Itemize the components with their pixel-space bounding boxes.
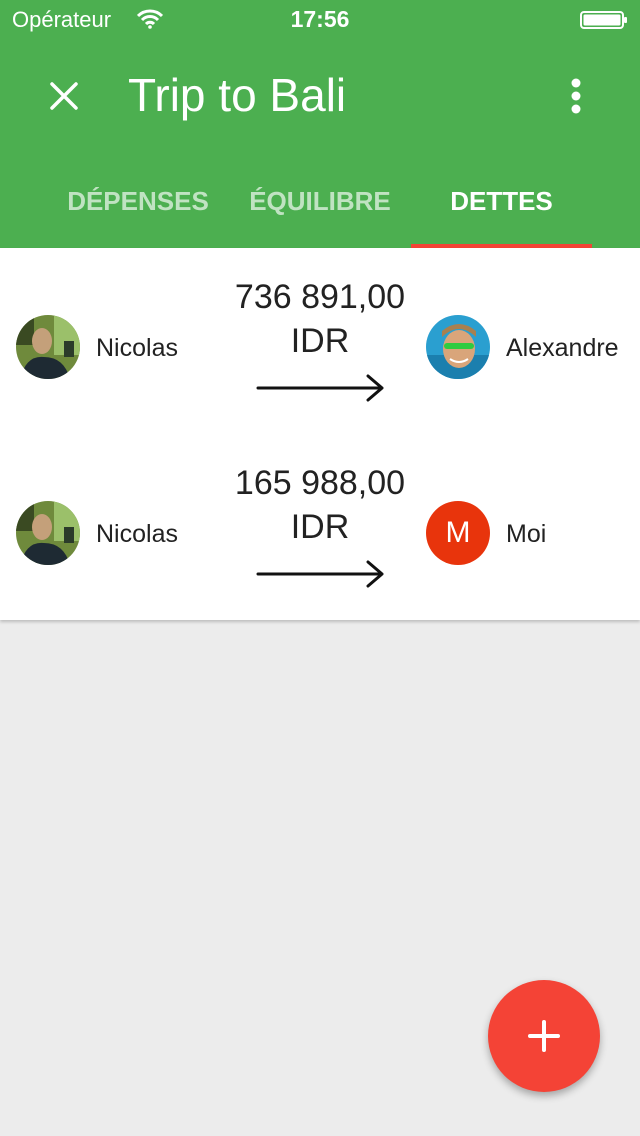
page-title: Trip to Bali <box>128 69 347 121</box>
tab-bar: DÉPENSES ÉQUILIBRE DETTES <box>48 176 608 248</box>
tab-label: DETTES <box>450 186 553 216</box>
add-icon <box>528 1020 560 1052</box>
arrow-right-icon <box>256 374 384 402</box>
tab-label: DÉPENSES <box>67 186 209 216</box>
tab-label: ÉQUILIBRE <box>249 186 391 216</box>
tab-dettes[interactable]: DETTES <box>411 176 592 248</box>
avatar-moi: M <box>426 501 490 565</box>
avatar-alexandre <box>426 315 490 379</box>
avatar-nicolas <box>16 501 80 565</box>
debt-row[interactable]: Nicolas 165 988,00 IDR M Moi <box>0 434 640 620</box>
avatar-nicolas <box>16 315 80 379</box>
arrow-right-icon <box>256 560 384 588</box>
creditor-name: Moi <box>506 520 547 548</box>
add-button[interactable] <box>488 980 600 1092</box>
app-bar: Opérateur 17:56 Trip to Bali DÉPENSES ÉQ… <box>0 0 640 248</box>
more-options-button[interactable] <box>552 72 600 120</box>
creditor-name: Alexandre <box>506 334 619 362</box>
amount-value: 165 988,00 <box>234 464 406 502</box>
clock: 17:56 <box>290 6 350 32</box>
debt-amount: 736 891,00 IDR <box>200 275 440 363</box>
amount-currency: IDR <box>290 508 350 546</box>
debtor-name: Nicolas <box>96 334 178 362</box>
close-icon <box>50 82 78 110</box>
amount-currency: IDR <box>290 322 350 360</box>
battery-icon <box>580 11 627 29</box>
avatar-letter: M <box>445 516 471 549</box>
status-bar: Opérateur 17:56 <box>0 0 640 40</box>
tab-equilibre[interactable]: ÉQUILIBRE <box>230 176 410 248</box>
debt-row[interactable]: Nicolas 736 891,00 IDR Alexandre <box>0 248 640 434</box>
debt-amount: 165 988,00 IDR <box>200 461 440 549</box>
close-button[interactable] <box>40 72 88 120</box>
amount-value: 736 891,00 <box>234 278 406 316</box>
debts-list: Nicolas 736 891,00 IDR Alexandre Nicolas… <box>0 248 640 620</box>
more-vert-icon <box>571 78 581 114</box>
debtor-name: Nicolas <box>96 520 178 548</box>
tab-depenses[interactable]: DÉPENSES <box>48 176 228 248</box>
